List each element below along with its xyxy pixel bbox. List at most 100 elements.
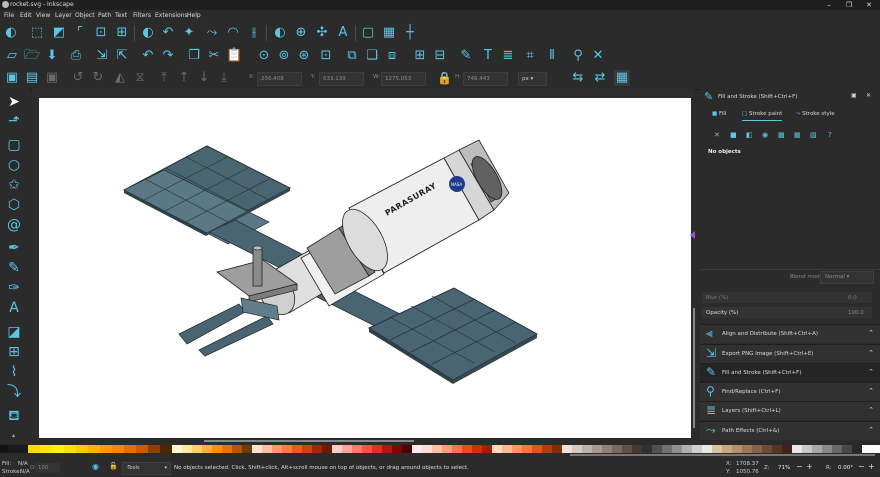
rotate-plus-icon[interactable]: +	[868, 462, 875, 471]
paste-icon[interactable]: 📋	[226, 48, 242, 64]
unset-paint-icon[interactable]: ?	[828, 131, 832, 139]
vertical-scrollbar[interactable]	[691, 98, 697, 438]
tab-stroke-style[interactable]: ⤳ Stroke style	[796, 111, 835, 118]
flip-horizontal-icon[interactable]: ◭	[112, 70, 128, 86]
menu-view[interactable]: View	[36, 12, 50, 19]
y-coordinate-field[interactable]: Y: 633.139	[311, 72, 367, 86]
menu-help[interactable]: Help	[187, 12, 201, 19]
open-icon[interactable]: 🗁	[24, 48, 40, 64]
dialog-layers[interactable]: ≣ Layers (Shift+Ctrl+L) ⌃	[700, 401, 880, 420]
zoom-value[interactable]: 71%	[778, 465, 790, 471]
snap-others-icon[interactable]: ◐	[272, 25, 288, 41]
calligraphy-tool-icon[interactable]: ✑	[5, 279, 23, 297]
close-button[interactable]: ✕	[860, 0, 878, 10]
menu-object[interactable]: Object	[75, 12, 95, 19]
clone-icon[interactable]: ❏	[364, 48, 380, 64]
dialog-align-distribute[interactable]: ⫷ Align and Distribute (Shift+Ctrl+A) ⌃	[700, 324, 880, 343]
width-value[interactable]: 1275.053	[381, 72, 426, 86]
ungroup-icon[interactable]: ⊟	[432, 48, 448, 64]
scale-stroke-icon[interactable]: ⇆	[570, 70, 586, 86]
scale-corners-icon[interactable]: ⇄	[592, 70, 608, 86]
snap-intersection-icon[interactable]: ✦	[181, 25, 197, 41]
spray-tool-icon[interactable]: ⤵	[5, 383, 23, 401]
export-icon[interactable]: ⇱	[114, 48, 130, 64]
spiral-tool-icon[interactable]: @	[5, 216, 23, 234]
duplicate-icon[interactable]: ⧉	[344, 48, 360, 64]
snap-guide-icon[interactable]: ┼	[402, 25, 418, 41]
snap-smooth-icon[interactable]: ◠	[225, 25, 241, 41]
gradient-tool-icon[interactable]: ◪	[5, 323, 23, 341]
align-distribute-icon[interactable]: ⫴	[544, 48, 560, 64]
blur-row[interactable]: Blur (%) 0.0	[702, 292, 872, 303]
menu-layer[interactable]: Layer	[55, 12, 72, 19]
snap-bbox-edge-icon[interactable]: ◩	[51, 25, 67, 41]
flip-vertical-icon[interactable]: ⧖	[132, 70, 148, 86]
horizontal-scrollbar[interactable]	[39, 438, 691, 444]
paint-bucket-tool-icon[interactable]: ⛾	[5, 407, 23, 425]
zoom-width-icon[interactable]: ⊡	[318, 48, 334, 64]
dialog-close-icon[interactable]: ✕	[866, 92, 871, 99]
undo-icon[interactable]: ↶	[140, 48, 156, 64]
zoom-drawing-icon[interactable]: ⊚	[276, 48, 292, 64]
height-field[interactable]: H: 746.443	[455, 72, 511, 86]
star-tool-icon[interactable]: ✩	[5, 176, 23, 194]
menu-extensions[interactable]: Extensions	[155, 12, 188, 19]
raise-to-top-icon[interactable]: ⤒	[156, 70, 172, 86]
cut-icon[interactable]: ✂	[206, 48, 222, 64]
flat-color-icon[interactable]: ■	[730, 131, 737, 139]
dropper-tool-icon[interactable]: ⌇	[5, 363, 23, 381]
x-value[interactable]: 256.408	[257, 72, 302, 86]
maximize-button[interactable]: ❐	[840, 0, 858, 10]
x-coordinate-field[interactable]: X: 256.408	[249, 72, 305, 86]
fill-stroke-icon[interactable]: ✎	[458, 48, 474, 64]
snap-bbox-mid-icon[interactable]: ⊡	[93, 25, 109, 41]
select-all-layers-icon[interactable]: ▤	[24, 70, 40, 86]
new-document-icon[interactable]: ▱	[4, 48, 20, 64]
radial-gradient-icon[interactable]: ◉	[762, 131, 768, 139]
pattern-icon[interactable]: ▦	[794, 131, 801, 139]
canvas[interactable]: NASA PARASURAY	[39, 98, 691, 438]
pen-tool-icon[interactable]: ✒	[5, 239, 23, 257]
snap-nodes-icon[interactable]: ◐	[140, 25, 156, 41]
lock-icon[interactable]: 🔓	[109, 462, 118, 470]
copy-icon[interactable]: ❐	[186, 48, 202, 64]
text-font-icon[interactable]: T	[480, 48, 496, 64]
opacity-value[interactable]: 100.0	[848, 310, 864, 316]
snap-bbox-corner-icon[interactable]: ⌜	[72, 25, 88, 41]
blend-mode-select[interactable]: Normal ▾	[820, 271, 874, 284]
menu-file[interactable]: File	[4, 12, 14, 19]
circle-tool-icon[interactable]: ○	[5, 156, 23, 174]
dialog-menu-icon[interactable]: ▣	[851, 92, 857, 99]
menu-path[interactable]: Path	[98, 12, 111, 19]
import-icon[interactable]: ⇲	[94, 48, 110, 64]
lock-ratio-icon[interactable]: 🔒	[437, 71, 452, 85]
mesh-gradient-icon[interactable]: ▩	[778, 131, 785, 139]
left-solar-array[interactable]	[122, 145, 292, 245]
rotate-ccw-icon[interactable]: ↺	[70, 70, 86, 86]
select-all-icon[interactable]: ▣	[4, 70, 20, 86]
zoom-in-icon[interactable]: +	[806, 462, 813, 471]
linear-gradient-icon[interactable]: ◧	[746, 131, 753, 139]
lower-icon[interactable]: ↓	[196, 70, 212, 86]
document-properties-icon[interactable]: ⚲	[570, 48, 586, 64]
node-tool-icon[interactable]: ⬏	[5, 112, 23, 130]
dialog-path-effects[interactable]: ⤳ Path Effects (Ctrl+&) ⌃	[700, 421, 880, 440]
dialog-export-png[interactable]: ⇲ Export PNG Image (Shift+Ctrl+E) ⌃	[700, 344, 880, 363]
toolbox-more-icon[interactable]: ▴	[12, 432, 15, 439]
color-palette[interactable]	[0, 445, 880, 457]
tab-stroke-paint[interactable]: □ Stroke paint	[742, 111, 783, 121]
right-solar-array[interactable]	[367, 287, 539, 384]
print-icon[interactable]: ⎙	[68, 48, 84, 64]
layer-select[interactable]: -Tools ▾	[122, 462, 171, 475]
snap-text-baseline-icon[interactable]: A	[335, 25, 351, 41]
3d-box-tool-icon[interactable]: ⬡	[5, 196, 23, 214]
horizontal-scroll-thumb[interactable]	[204, 440, 414, 442]
snap-rotation-center-icon[interactable]: ✣	[314, 25, 330, 41]
snap-object-center-icon[interactable]: ⊕	[293, 25, 309, 41]
group-icon[interactable]: ⊞	[412, 48, 428, 64]
stroke-indicator[interactable]: N/A	[20, 469, 30, 475]
deselect-icon[interactable]: ▣	[44, 70, 60, 86]
layers-icon[interactable]: ≣	[500, 48, 516, 64]
preferences-icon[interactable]: ✕	[590, 48, 606, 64]
rotate-minus-icon[interactable]: −	[858, 462, 865, 471]
